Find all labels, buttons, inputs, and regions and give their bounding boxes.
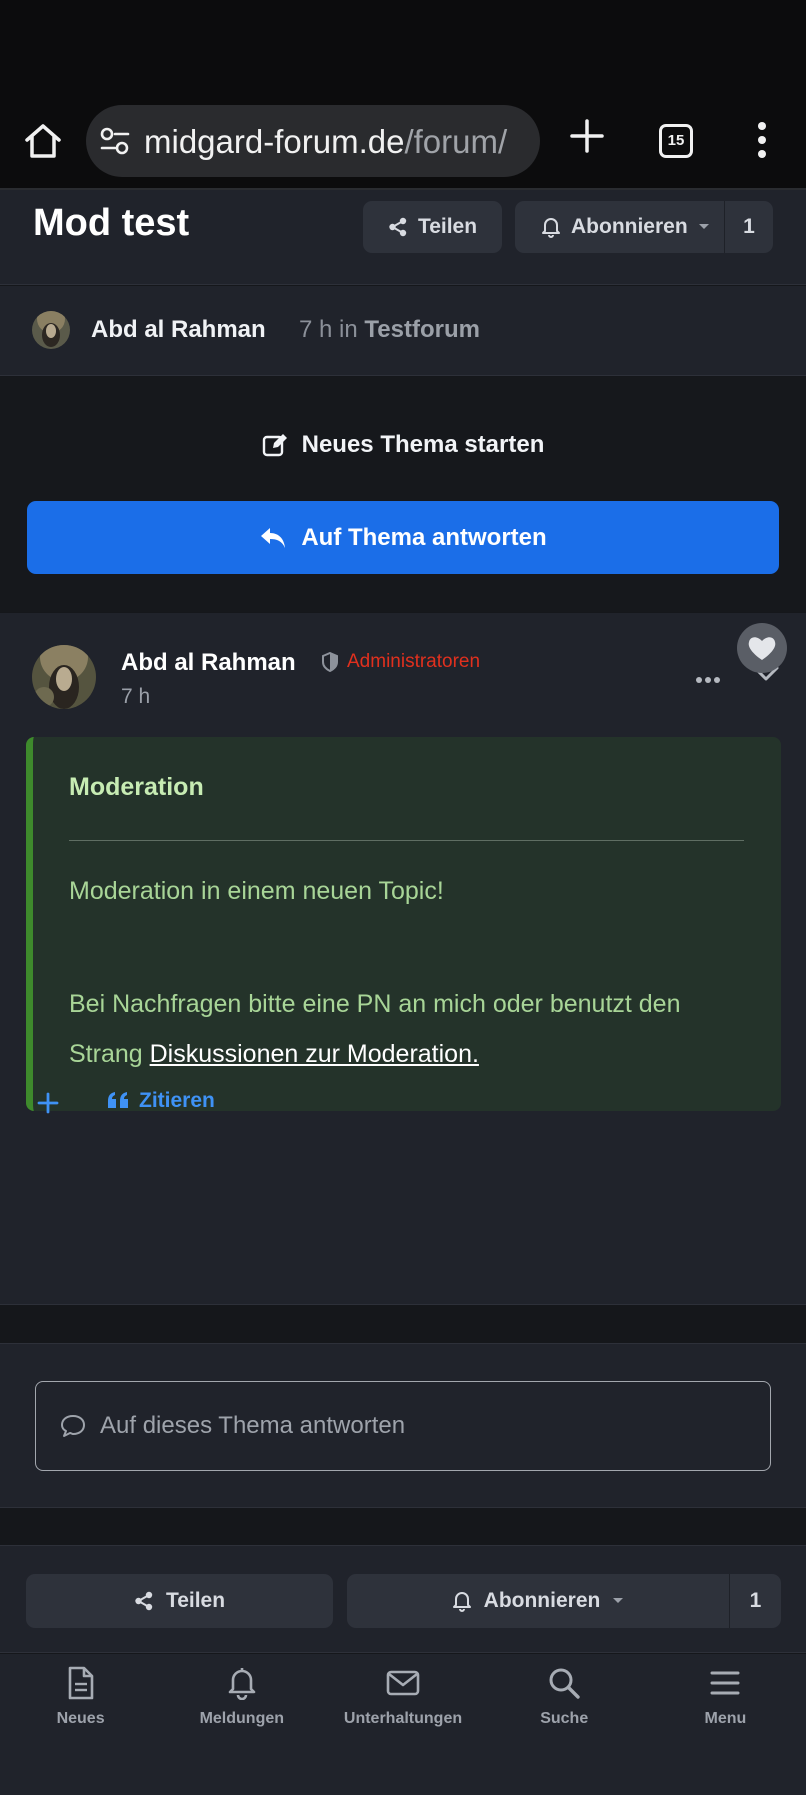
envelope-icon xyxy=(386,1670,420,1696)
url-text: midgard-forum.de/forum/ xyxy=(144,123,534,161)
browser-toolbar: midgard-forum.de/forum/ 15 xyxy=(0,92,806,190)
url-path: /forum/ xyxy=(404,123,508,160)
reply-label: Auf Thema antworten xyxy=(301,523,547,551)
url-domain: midgard-forum.de xyxy=(144,123,405,160)
document-icon xyxy=(68,1666,93,1700)
share-icon xyxy=(135,1591,153,1611)
bell-icon xyxy=(228,1668,256,1700)
bell-icon xyxy=(542,218,560,238)
quick-reply-input[interactable]: Auf dieses Thema antworten xyxy=(35,1381,771,1471)
quote-icon xyxy=(108,1092,128,1108)
nav-label-suche: Suche xyxy=(540,1710,589,1727)
status-bar xyxy=(0,0,806,92)
share-label: Teilen xyxy=(417,215,478,238)
edit-icon xyxy=(262,434,287,457)
subscribe-button-bottom[interactable]: Abonnieren 1 xyxy=(347,1574,781,1628)
avatar[interactable] xyxy=(32,311,70,349)
menu-icon xyxy=(710,1671,740,1695)
bottom-navigation: Neues Meldungen Unterhaltungen Suche Men… xyxy=(0,1654,806,1795)
moderation-note: Bei Nachfragen bitte eine PN an mich ode… xyxy=(69,979,759,1079)
comment-icon xyxy=(61,1415,85,1437)
role-label: Administratoren xyxy=(347,651,481,672)
new-tab-icon[interactable] xyxy=(568,117,606,155)
search-icon xyxy=(549,1668,580,1699)
share-label-bottom: Teilen xyxy=(165,1589,226,1612)
nav-item-suche[interactable]: Suche xyxy=(484,1654,645,1795)
topic-meta: 7 h in Testforum xyxy=(299,316,480,344)
caret-down-icon xyxy=(698,224,709,229)
divider xyxy=(69,840,744,841)
share-button[interactable]: Teilen xyxy=(363,201,502,253)
heart-icon xyxy=(737,623,787,673)
browser-menu-icon[interactable] xyxy=(748,118,776,162)
tab-switcher-button[interactable]: 15 xyxy=(659,124,693,158)
shield-icon xyxy=(322,652,338,672)
post-avatar[interactable] xyxy=(32,645,96,709)
role-badge: Administratoren xyxy=(321,651,480,673)
quote-label: Zitieren xyxy=(139,1089,215,1112)
quote-button[interactable]: Zitieren xyxy=(107,1089,215,1113)
share-button-bottom[interactable]: Teilen xyxy=(26,1574,333,1628)
topic-actions: Neues Thema starten Auf Thema antworten xyxy=(0,377,806,612)
moderation-notice: Moderation Moderation in einem neuen Top… xyxy=(26,737,781,1111)
nav-item-meldungen[interactable]: Meldungen xyxy=(161,1654,322,1795)
more-options-icon[interactable] xyxy=(696,671,720,683)
new-topic-button[interactable]: Neues Thema starten xyxy=(0,431,806,459)
subscribe-label: Abonnieren xyxy=(571,215,688,238)
nav-item-neues[interactable]: Neues xyxy=(0,1654,161,1795)
like-button[interactable] xyxy=(737,623,787,678)
moderation-title: Moderation xyxy=(69,773,204,801)
subscribe-label-bottom: Abonnieren xyxy=(483,1589,601,1612)
subscribe-button[interactable]: Abonnieren 1 xyxy=(515,201,773,253)
address-bar[interactable]: midgard-forum.de/forum/ xyxy=(86,105,540,177)
caret-down-icon xyxy=(613,1598,624,1603)
subscriber-count-bottom: 1 xyxy=(749,1589,762,1612)
post: Abd al Rahman Administratoren 7 h Modera… xyxy=(0,613,806,1305)
share-icon xyxy=(389,217,407,237)
nav-label-unterhaltungen: Unterhaltungen xyxy=(343,1710,463,1727)
bell-icon xyxy=(452,1592,471,1612)
forum-link[interactable]: Testforum xyxy=(364,316,480,343)
home-icon[interactable] xyxy=(22,120,64,162)
nav-item-menu[interactable]: Menu xyxy=(645,1654,806,1795)
reply-to-topic-button[interactable]: Auf Thema antworten xyxy=(27,501,779,574)
post-author[interactable]: Abd al Rahman xyxy=(121,649,296,677)
nav-label-neues: Neues xyxy=(56,1710,105,1727)
topic-time: 7 h in xyxy=(299,316,358,343)
nav-label-meldungen: Meldungen xyxy=(199,1710,285,1727)
post-time[interactable]: 7 h xyxy=(121,685,150,709)
author-name[interactable]: Abd al Rahman xyxy=(91,316,266,344)
site-settings-icon[interactable] xyxy=(100,127,130,155)
moderation-discussion-link[interactable]: Diskussionen zur Moderation. xyxy=(150,1040,479,1068)
topic-header: Mod test Teilen Abonnieren 1 xyxy=(0,190,806,285)
page-title: Mod test xyxy=(33,202,190,244)
bottom-topic-actions: Teilen Abonnieren 1 xyxy=(0,1545,806,1653)
topic-author-row: Abd al Rahman 7 h in Testforum xyxy=(0,286,806,376)
add-icon[interactable] xyxy=(36,1091,60,1115)
nav-label-menu: Menu xyxy=(704,1710,747,1727)
new-topic-label: Neues Thema starten xyxy=(301,431,545,458)
quick-reply-placeholder: Auf dieses Thema antworten xyxy=(100,1412,406,1439)
nav-item-unterhaltungen[interactable]: Unterhaltungen xyxy=(322,1654,483,1795)
subscriber-count: 1 xyxy=(743,215,755,238)
reply-icon xyxy=(261,527,286,548)
moderation-text: Moderation in einem neuen Topic! xyxy=(69,877,444,905)
quick-reply-section: Auf dieses Thema antworten xyxy=(0,1343,806,1508)
